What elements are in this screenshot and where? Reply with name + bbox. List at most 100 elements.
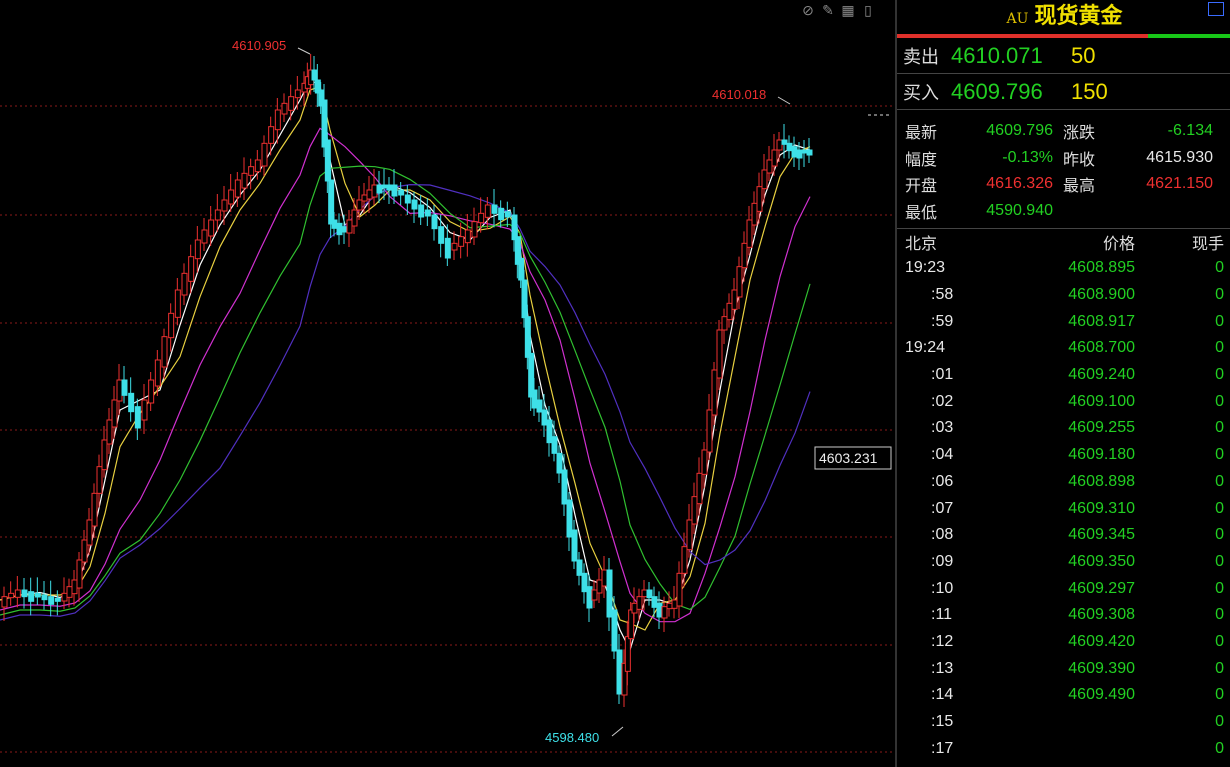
open-label: 开盘 [905,176,938,196]
prev-close-label: 昨收 [1063,149,1096,169]
tick-price: 4608.898 [1068,472,1135,490]
eye-off-icon[interactable]: ⊘ [800,2,816,18]
candle-body [254,159,261,173]
tick-price: 4609.255 [1068,419,1135,437]
tick-qty: 0 [1215,286,1224,304]
candle-body [591,589,598,601]
tick-qty: 0 [1215,339,1224,357]
sell-volume: 50 [1071,42,1096,68]
candle-body [76,559,83,589]
candle-body [181,272,188,296]
tick-time: :12 [931,632,954,650]
tick-row[interactable]: :03 4609.255 0 [897,415,1230,442]
tick-time: :14 [931,686,954,704]
candle-body [711,369,718,416]
tick-row[interactable]: :06 4608.898 0 [897,469,1230,496]
candle-body [806,149,813,156]
ticks-header-qty: 现手 [1191,234,1224,253]
sell-quote[interactable]: 卖出 4610.071 50 [897,38,1230,74]
candle-body [66,586,73,598]
candle-body [651,596,658,608]
candle-body [101,439,108,471]
candle-body [91,492,98,527]
candle-body [464,229,471,244]
low-label: 最低 [905,202,938,222]
tick-row[interactable]: :07 4609.310 0 [897,495,1230,522]
tick-time: :03 [931,419,954,437]
ticks-list[interactable]: 19:23 4608.895 0:58 4608.900 0:59 4608.917 0 19… [897,255,1230,762]
tick-price: 4609.345 [1068,526,1135,544]
tick-row[interactable]: :58 4608.900 0 [897,282,1230,309]
tick-row[interactable]: :10 4609.297 0 [897,575,1230,602]
window-icon[interactable]: ▯ [860,2,876,18]
tick-time: :11 [931,606,953,624]
tick-qty: 0 [1215,659,1224,677]
tick-qty: 0 [1215,472,1224,490]
latest-value: 4609.796 [986,122,1053,140]
panel-toggle-icon[interactable] [1208,2,1224,16]
candle-body [566,499,573,538]
tick-time: :01 [931,366,954,384]
candle-body [636,596,643,610]
tick-qty: 0 [1215,686,1224,704]
change-label: 涨跌 [1063,123,1096,143]
candle-body [518,257,525,281]
candle-body [116,379,123,402]
candle-body [741,242,748,269]
candle-body [54,597,61,602]
tick-qty: 0 [1215,739,1224,757]
tick-row[interactable]: :04 4609.180 0 [897,442,1230,469]
tick-price: 4608.895 [1068,259,1135,277]
high-label: 最高 [1063,176,1096,196]
tick-price: 4609.100 [1068,392,1135,410]
tick-qty: 0 [1215,579,1224,597]
candle-body [48,596,55,605]
candle-body [404,194,411,204]
buy-quote[interactable]: 买入 4609.796 150 [897,74,1230,110]
tick-row[interactable]: 19:24 4608.700 0 [897,335,1230,362]
tick-price: 4609.490 [1068,686,1135,704]
instrument-name: 现货黄金 [1034,3,1123,29]
tick-row[interactable]: :17 0 [897,735,1230,762]
tick-row[interactable]: :09 4609.350 0 [897,549,1230,576]
candle-body [661,606,668,619]
tick-price: 4609.350 [1068,552,1135,570]
tick-row[interactable]: :15 0 [897,709,1230,736]
tick-row[interactable]: 19:23 4608.895 0 [897,255,1230,282]
candle-body [761,169,768,190]
candle-body [71,579,78,595]
candle-body [721,316,728,331]
tick-row[interactable]: :02 4609.100 0 [897,388,1230,415]
chart-canvas[interactable]: 4610.905 4610.018 4598.480 4603.231 [0,0,895,767]
chart-toolbar: ⊘ ✎ ▦ ▯ [800,2,876,18]
tick-time: :08 [931,526,954,544]
tick-row[interactable]: :11 4609.308 0 [897,602,1230,629]
ticks-header-time: 北京 [905,234,938,253]
candle-body [34,592,41,598]
tick-row[interactable]: :12 4609.420 0 [897,629,1230,656]
candle-body [631,602,638,614]
candle-body [696,472,703,505]
candlestick-chart[interactable]: 4610.905 4610.018 4598.480 4603.231 ⊘ ✎ … [0,0,895,767]
candle-body [201,229,208,244]
candle-body [676,572,683,607]
low-value: 4590.940 [986,201,1053,219]
tick-row[interactable]: :08 4609.345 0 [897,522,1230,549]
candle-body [294,89,301,99]
grid-icon[interactable]: ▦ [840,2,856,18]
tick-row[interactable]: :59 4608.917 0 [897,308,1230,335]
pencil-icon[interactable]: ✎ [820,2,836,18]
candle-body [311,69,318,81]
candle-body [556,452,563,474]
tick-row[interactable]: :13 4609.390 0 [897,655,1230,682]
candle-body [268,126,275,144]
candle-body [616,649,623,695]
tick-row[interactable]: :01 4609.240 0 [897,362,1230,389]
candle-body [81,539,88,563]
candle-body [418,204,425,218]
candle-body [391,184,398,197]
open-value: 4616.326 [986,175,1053,193]
candle-body [701,449,708,475]
ticks-header: 北京 价格 现手 [897,229,1230,255]
tick-row[interactable]: :14 4609.490 0 [897,682,1230,709]
